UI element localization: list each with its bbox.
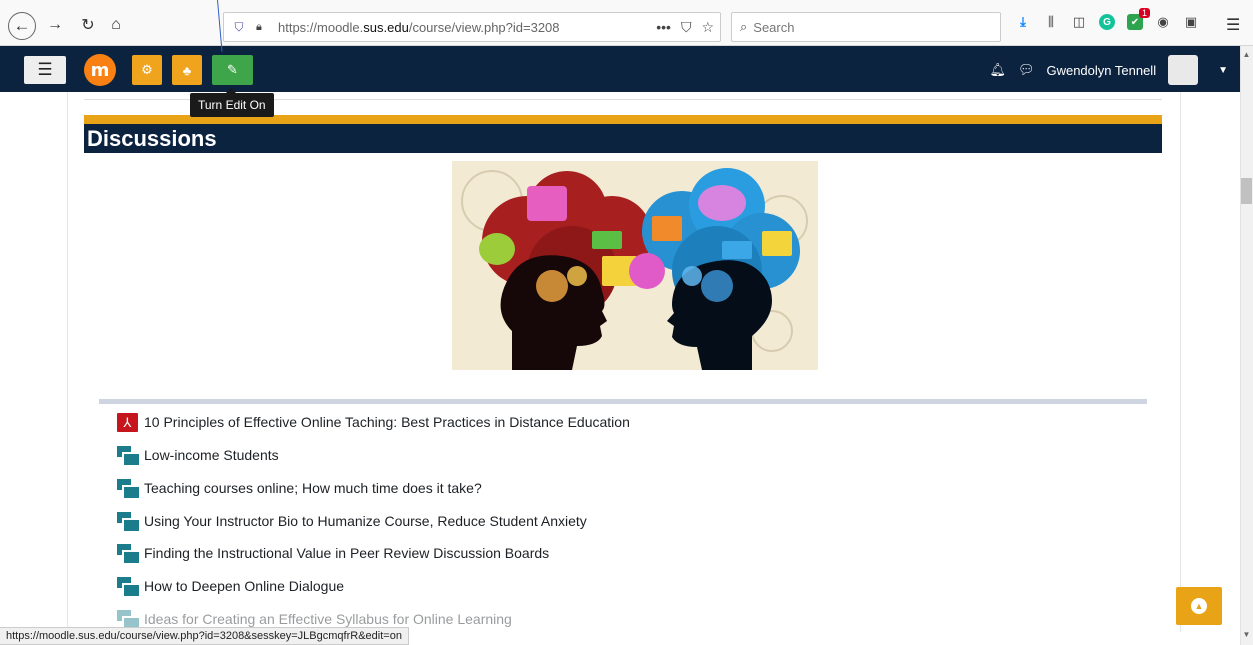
- hamburger-icon[interactable]: ☰: [24, 56, 66, 84]
- moodle-logo[interactable]: m: [84, 54, 116, 86]
- library-icon[interactable]: ⫼: [1043, 14, 1059, 30]
- notification-badge: 1: [1138, 8, 1150, 18]
- reload-icon[interactable]: ↻: [76, 13, 100, 37]
- scroll-to-top-button[interactable]: ▲: [1176, 587, 1222, 625]
- bell-icon[interactable]: 🔔︎: [989, 62, 1006, 78]
- forum-icon: [117, 543, 139, 563]
- list-item[interactable]: Using Your Instructor Bio to Humanize Co…: [117, 510, 587, 532]
- back-arrow-icon[interactable]: ←: [8, 12, 36, 40]
- edit-toggle-button[interactable]: ✎: [212, 55, 253, 85]
- browser-menu-icon[interactable]: ☰: [1226, 15, 1240, 35]
- scroll-up-arrow-icon[interactable]: ▲: [1241, 50, 1252, 59]
- activity-link[interactable]: Teaching courses online; How much time d…: [144, 480, 482, 496]
- user-area: 🔔︎ 💬︎ Gwendolyn Tennell ▼: [989, 55, 1228, 85]
- chevron-down-icon[interactable]: ▼: [1218, 65, 1228, 76]
- search-input[interactable]: ⌕ Search: [731, 12, 1001, 42]
- status-bar-link: https://moodle.sus.edu/course/view.php?i…: [0, 627, 409, 645]
- activity-link[interactable]: Using Your Instructor Bio to Humanize Co…: [144, 513, 587, 529]
- forward-arrow-icon[interactable]: →: [43, 13, 67, 37]
- avatar[interactable]: [1168, 55, 1199, 85]
- chat-icon[interactable]: 💬︎: [1018, 62, 1035, 78]
- lock-icon[interactable]: 🔒︎: [256, 21, 272, 34]
- content-divider: [99, 399, 1147, 404]
- activity-link[interactable]: Ideas for Creating an Effective Syllabus…: [144, 611, 512, 627]
- search-icon: ⌕: [740, 19, 748, 34]
- account-icon[interactable]: ◉: [1155, 14, 1171, 30]
- toolbar-icons: ⤓ ⫼ ◫ G ✔ 1 ◉ ▣: [1015, 8, 1199, 30]
- browser-toolbar: ← → ↻ ⌂ ⛉ 🔒︎ https://moodle.sus.edu/cour…: [0, 0, 1253, 46]
- pocket-icon[interactable]: ⛉: [681, 19, 692, 36]
- page-actions-icon[interactable]: •••: [656, 19, 671, 36]
- sidebar-icon[interactable]: ◫: [1071, 14, 1087, 30]
- chevron-up-icon: ▲: [1191, 598, 1207, 614]
- forum-icon: [117, 576, 139, 596]
- forum-icon: [117, 478, 139, 498]
- section-title: Discussions: [84, 124, 1162, 153]
- home-icon[interactable]: ⌂: [104, 13, 128, 37]
- reader-icon[interactable]: ▣: [1183, 14, 1199, 30]
- extension-icon[interactable]: ✔ 1: [1127, 8, 1150, 30]
- list-item[interactable]: Low-income Students: [117, 444, 279, 466]
- address-bar[interactable]: ⛉ 🔒︎ https://moodle.sus.edu/course/view.…: [223, 12, 721, 42]
- scroll-down-arrow-icon[interactable]: ▼: [1241, 630, 1252, 639]
- list-item[interactable]: How to Deepen Online Dialogue: [117, 575, 344, 597]
- list-item[interactable]: Finding the Instructional Value in Peer …: [117, 542, 549, 564]
- moodle-navbar: ☰ m ⚙ ♣ ✎ 🔔︎ 💬︎ Gwendolyn Tennell ▼: [0, 46, 1240, 92]
- list-item[interactable]: Teaching courses online; How much time d…: [117, 477, 482, 499]
- grammarly-icon[interactable]: G: [1099, 14, 1115, 30]
- discussion-heads-image: [452, 161, 818, 370]
- forum-icon: [117, 609, 139, 629]
- scrollbar-thumb[interactable]: [1241, 178, 1252, 204]
- list-item[interactable]: ⅄ 10 Principles of Effective Online Tach…: [117, 411, 630, 433]
- edit-tooltip: Turn Edit On: [190, 88, 274, 117]
- url-text[interactable]: https://moodle.sus.edu/course/view.php?i…: [278, 20, 560, 35]
- bookmark-star-icon[interactable]: ☆: [701, 19, 714, 36]
- logo-letter: m: [90, 59, 110, 81]
- pdf-icon: ⅄: [117, 412, 138, 432]
- sitemap-icon[interactable]: ♣: [172, 55, 202, 85]
- admin-gears-icon[interactable]: ⚙: [132, 55, 162, 85]
- search-placeholder: Search: [753, 19, 795, 35]
- forum-icon: [117, 511, 139, 531]
- url-actions: ••• ⛉ ☆: [656, 19, 714, 36]
- user-name[interactable]: Gwendolyn Tennell: [1046, 63, 1156, 78]
- download-icon[interactable]: ⤓: [1015, 14, 1031, 30]
- activity-link[interactable]: How to Deepen Online Dialogue: [144, 578, 344, 594]
- forum-icon: [117, 445, 139, 465]
- activity-link[interactable]: Finding the Instructional Value in Peer …: [144, 545, 549, 561]
- activity-link[interactable]: 10 Principles of Effective Online Tachin…: [144, 414, 630, 430]
- page-scrollbar[interactable]: [1240, 46, 1253, 645]
- tracking-shield-icon[interactable]: ⛉: [230, 20, 248, 35]
- activity-link[interactable]: Low-income Students: [144, 447, 279, 463]
